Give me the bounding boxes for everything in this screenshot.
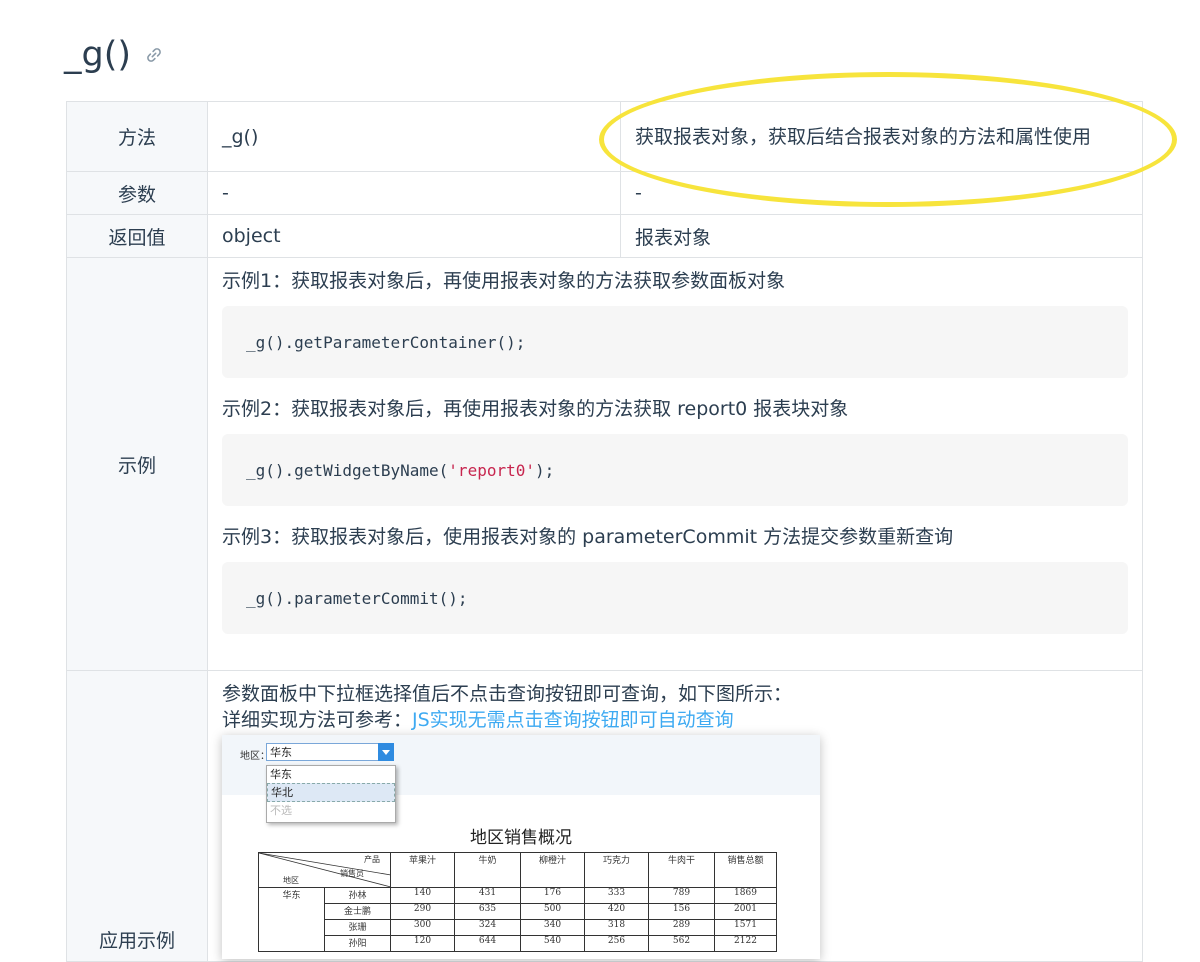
code-2-pre: _g().getWidgetByName(	[246, 460, 449, 480]
column-header: 巧克力	[584, 852, 649, 888]
salesperson-cell: 金士鹏	[324, 903, 391, 920]
dropdown-option-hovered[interactable]: 华北	[267, 783, 395, 802]
param-value: -	[207, 171, 621, 215]
dropdown-option[interactable]: 不选	[267, 802, 395, 819]
example-3-title: 示例3：获取报表对象后，使用报表对象的 parameterCommit 方法提交…	[222, 526, 954, 548]
report-table: 产品 销售员 地区 苹果汁 牛奶 柳橙汁 巧克力 牛肉干 销售总额 华东 孙林	[258, 852, 777, 952]
code-block-2[interactable]: _g().getWidgetByName('report0');	[222, 434, 1128, 506]
report-row: 孙阳 120 644 540 256 562 2122	[259, 935, 777, 952]
value-cell: 431	[454, 887, 521, 904]
value-cell: 540	[520, 935, 585, 952]
api-table: 方法 _g() 获取报表对象，获取后结合报表对象的方法和属性使用 参数 - - …	[66, 101, 1143, 962]
application-content: 参数面板中下拉框选择值后不点击查询按钮即可查询，如下图所示： 详细实现方法可参考…	[207, 670, 1143, 962]
value-cell: 176	[520, 887, 585, 904]
code-block-3[interactable]: _g().parameterCommit();	[222, 562, 1128, 634]
value-cell: 2122	[714, 935, 777, 952]
value-cell: 290	[390, 903, 455, 920]
code-3: _g().parameterCommit();	[246, 588, 468, 608]
table-row-return: 返回值 object 报表对象	[66, 214, 1143, 258]
report-header-row: 产品 销售员 地区 苹果汁 牛奶 柳橙汁 巧克力 牛肉干 销售总额	[258, 852, 777, 888]
value-cell: 256	[584, 935, 649, 952]
column-header: 牛奶	[454, 852, 521, 888]
region-select[interactable]: 华东	[266, 743, 394, 761]
value-cell: 635	[454, 903, 521, 920]
application-key: 应用示例	[66, 670, 208, 962]
return-desc: 报表对象	[620, 214, 1143, 258]
report-corner-cell: 产品 销售员 地区	[258, 852, 391, 888]
code-1: _g().getParameterContainer();	[246, 332, 526, 352]
report-title: 地区销售概况	[470, 828, 572, 848]
salesperson-cell: 孙阳	[324, 935, 391, 952]
code-2-string: 'report0'	[448, 460, 535, 480]
example-2-title: 示例2：获取报表对象后，再使用报表对象的方法获取 report0 报表块对象	[222, 398, 849, 420]
value-cell: 420	[584, 903, 649, 920]
column-header: 销售总额	[714, 852, 777, 888]
value-cell: 324	[454, 919, 521, 936]
example-1-title: 示例1：获取报表对象后，再使用报表对象的方法获取参数面板对象	[222, 270, 786, 292]
example-content: 示例1：获取报表对象后，再使用报表对象的方法获取参数面板对象 _g().getP…	[207, 257, 1143, 671]
value-cell: 562	[648, 935, 715, 952]
value-cell: 789	[648, 887, 715, 904]
page-title-text: _g()	[64, 35, 132, 75]
chevron-down-icon[interactable]	[378, 743, 394, 761]
page-title: _g()	[64, 30, 163, 80]
value-cell: 318	[584, 919, 649, 936]
method-key: 方法	[66, 101, 208, 172]
table-row-method: 方法 _g() 获取报表对象，获取后结合报表对象的方法和属性使用	[66, 101, 1143, 172]
value-cell: 289	[648, 919, 715, 936]
region-cell: 华东	[258, 887, 325, 952]
code-2-post: );	[535, 460, 555, 480]
value-cell: 140	[390, 887, 455, 904]
value-cell: 1869	[714, 887, 777, 904]
column-header: 苹果汁	[390, 852, 455, 888]
salesperson-cell: 孙林	[324, 887, 391, 904]
salesperson-cell: 张珊	[324, 919, 391, 936]
application-line-2: 详细实现方法可参考：JS实现无需点击查询按钮即可自动查询	[222, 707, 1128, 733]
return-value: object	[207, 214, 621, 258]
value-cell: 500	[520, 903, 585, 920]
value-cell: 120	[390, 935, 455, 952]
param-desc: -	[620, 171, 1143, 215]
link-icon[interactable]	[145, 46, 163, 64]
value-cell: 2001	[714, 903, 777, 920]
example-key: 示例	[66, 257, 208, 671]
auto-query-link[interactable]: JS实现无需点击查询按钮即可自动查询	[412, 709, 734, 731]
corner-label-salesperson: 销售员	[340, 869, 364, 878]
report-row: 金士鹏 290 635 500 420 156 2001	[259, 903, 777, 920]
report-screenshot: 地区： 华东 华东 华北 不选 地区销售概况 产品 销售员 地区 苹果汁 牛奶 …	[222, 735, 820, 959]
report-row: 张珊 300 324 340 318 289 1571	[259, 919, 777, 936]
table-row-param: 参数 - -	[66, 171, 1143, 215]
region-dropdown: 华东 华北 不选	[266, 765, 396, 823]
dropdown-option[interactable]: 华东	[267, 766, 395, 783]
value-cell: 644	[454, 935, 521, 952]
method-desc: 获取报表对象，获取后结合报表对象的方法和属性使用	[620, 101, 1143, 172]
value-cell: 1571	[714, 919, 777, 936]
column-header: 牛肉干	[648, 852, 715, 888]
application-key-label: 应用示例	[98, 930, 175, 952]
value-cell: 333	[584, 887, 649, 904]
return-key: 返回值	[66, 214, 208, 258]
method-value: _g()	[207, 101, 621, 172]
code-block-1[interactable]: _g().getParameterContainer();	[222, 306, 1128, 378]
corner-label-region: 地区	[283, 876, 299, 885]
report-row: 华东 孙林 140 431 176 333 789 1869	[258, 887, 777, 952]
application-line-1: 参数面板中下拉框选择值后不点击查询按钮即可查询，如下图所示：	[222, 683, 793, 705]
table-row-example: 示例 示例1：获取报表对象后，再使用报表对象的方法获取参数面板对象 _g().g…	[66, 257, 1143, 671]
param-key: 参数	[66, 171, 208, 215]
value-cell: 156	[648, 903, 715, 920]
application-line-2-prefix: 详细实现方法可参考：	[222, 709, 413, 731]
table-row-application: 应用示例 参数面板中下拉框选择值后不点击查询按钮即可查询，如下图所示： 详细实现…	[66, 670, 1143, 962]
column-header: 柳橙汁	[520, 852, 585, 888]
value-cell: 340	[520, 919, 585, 936]
value-cell: 300	[390, 919, 455, 936]
region-select-value: 华东	[270, 746, 292, 759]
corner-label-product: 产品	[364, 855, 380, 864]
